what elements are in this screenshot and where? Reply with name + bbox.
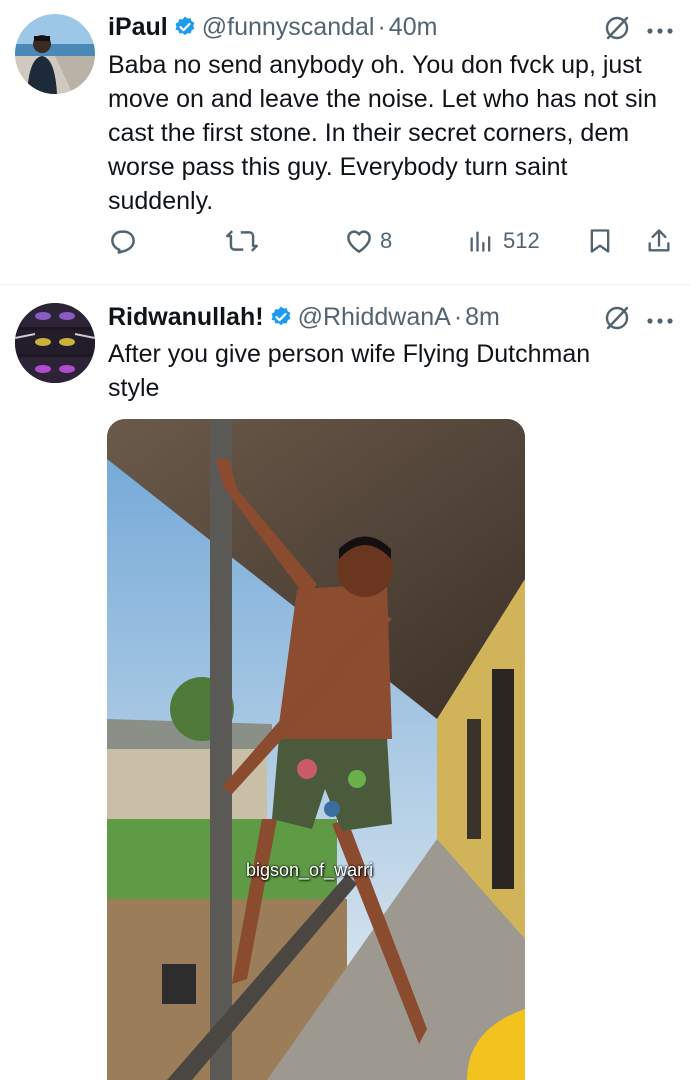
display-name[interactable]: iPaul	[108, 12, 168, 42]
tweet-text: Baba no send anybody oh. You don fvck up…	[108, 51, 657, 215]
like-count: 8	[380, 228, 393, 253]
tweet-text: After you give person wife Flying Dutchm…	[108, 340, 591, 402]
video-watermark: bigson_of_warri	[246, 860, 374, 880]
retweet-icon	[226, 230, 258, 252]
share-icon	[648, 229, 670, 252]
verified-badge-icon	[173, 15, 197, 39]
timestamp[interactable]: 8m	[465, 302, 500, 332]
handle[interactable]: @funnyscandal	[202, 12, 375, 42]
like-icon	[347, 230, 371, 253]
grok-icon[interactable]	[604, 305, 630, 331]
reply-button[interactable]	[108, 226, 138, 256]
avatar[interactable]	[15, 303, 95, 383]
view-count: 512	[503, 228, 540, 253]
views-icon	[470, 231, 491, 252]
more-icon[interactable]	[645, 23, 675, 34]
bookmark-button[interactable]	[586, 226, 614, 256]
handle[interactable]: @RhiddwanA	[298, 302, 451, 332]
timestamp[interactable]: 40m	[389, 12, 438, 42]
separator: ·	[453, 303, 463, 331]
tweet-header: Ridwanullah! @RhiddwanA · 8m	[108, 302, 500, 332]
share-button[interactable]	[645, 226, 673, 256]
retweet-button[interactable]	[226, 226, 258, 256]
action-bar: 8 512	[0, 226, 691, 266]
video-frame-image	[107, 419, 525, 1080]
more-icon[interactable]	[645, 313, 675, 324]
separator: ·	[377, 13, 386, 41]
bookmark-icon	[590, 229, 610, 253]
avatar[interactable]	[15, 14, 95, 94]
tweet-media-video[interactable]: bigson_of_warri	[107, 419, 525, 1080]
reply-icon	[111, 230, 135, 254]
like-button[interactable]: 8	[344, 226, 392, 256]
verified-badge-icon	[269, 305, 293, 329]
views-button[interactable]: 512	[467, 226, 540, 256]
tweet-header: iPaul @funnyscandal · 40m	[108, 12, 437, 42]
display-name[interactable]: Ridwanullah!	[108, 302, 264, 332]
grok-icon[interactable]	[604, 15, 630, 41]
tweet-1[interactable]: iPaul @funnyscandal · 40m Baba no send a…	[0, 0, 691, 284]
